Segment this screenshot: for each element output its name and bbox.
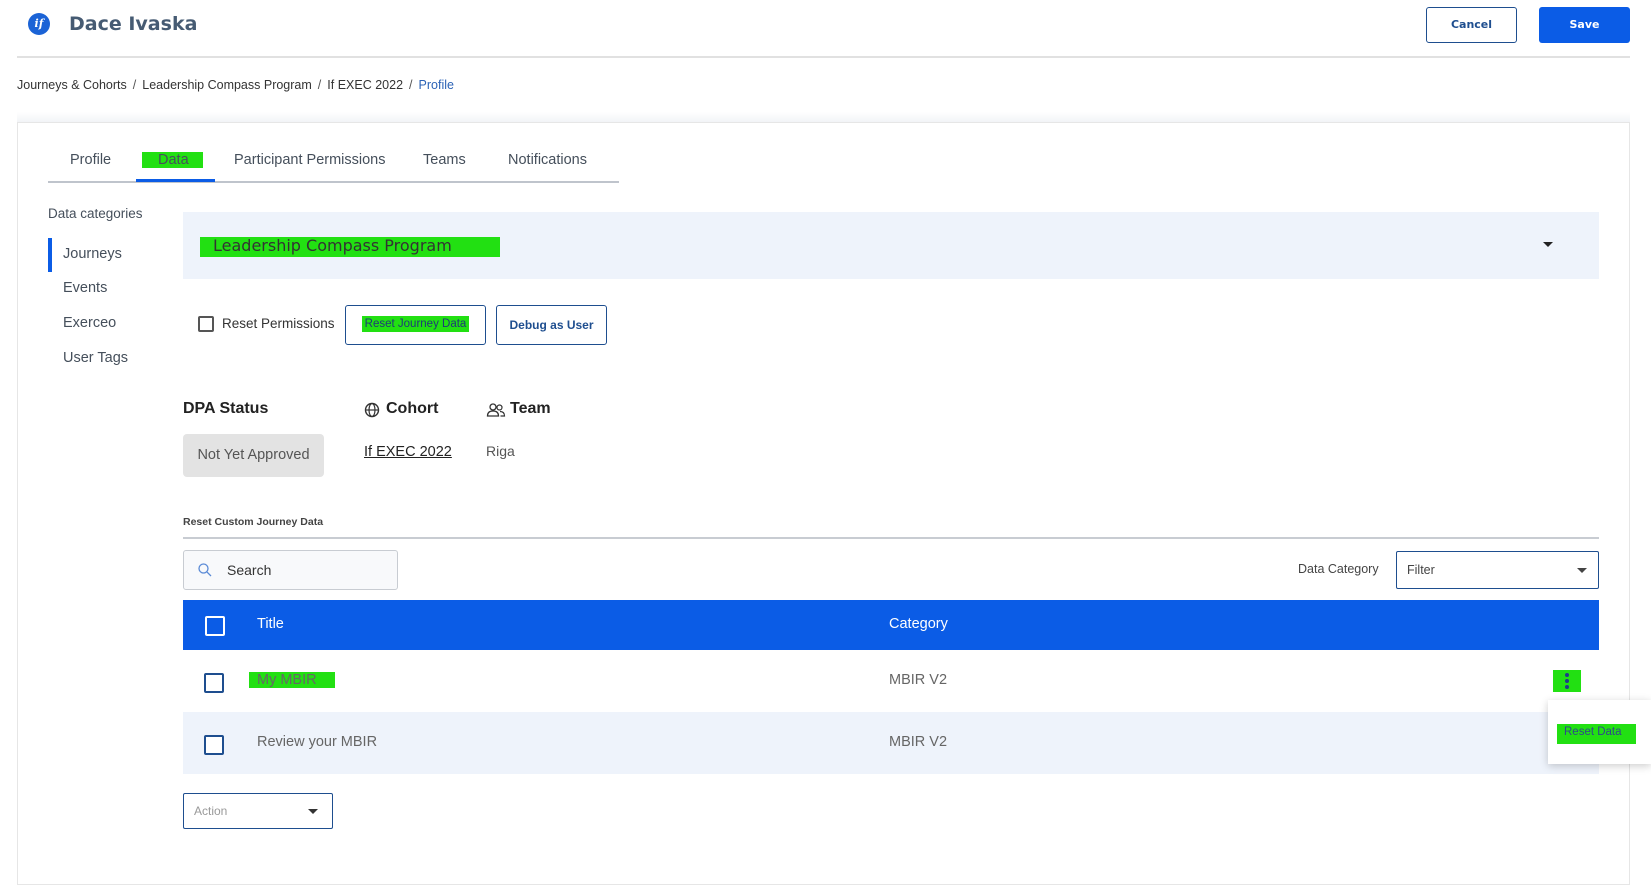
tab-teams[interactable]: Teams bbox=[423, 152, 466, 168]
app-header: if Dace Ivaska Cancel Save bbox=[17, 0, 1630, 58]
row-checkbox[interactable] bbox=[204, 735, 224, 755]
breadcrumb: Journeys & Cohorts / Leadership Compass Pr… bbox=[17, 78, 454, 92]
cancel-button[interactable]: Cancel bbox=[1426, 7, 1517, 43]
search-input[interactable]: Search bbox=[183, 550, 398, 590]
chevron-down-icon bbox=[1543, 242, 1553, 247]
bulk-action-select[interactable]: Action bbox=[183, 793, 333, 829]
tab-data-label: Data bbox=[142, 152, 203, 168]
breadcrumb-program[interactable]: Leadership Compass Program bbox=[142, 78, 312, 92]
data-category-filter[interactable]: Filter bbox=[1396, 551, 1599, 589]
reset-permissions-label: Reset Permissions bbox=[222, 316, 335, 331]
sidebar-item-exerceo[interactable]: Exerceo bbox=[63, 315, 116, 331]
section-divider bbox=[183, 537, 1599, 539]
more-vertical-icon[interactable] bbox=[1553, 670, 1581, 692]
breadcrumb-cohort[interactable]: If EXEC 2022 bbox=[327, 78, 403, 92]
user-name: Dace Ivaska bbox=[69, 13, 198, 35]
sidebar-item-events[interactable]: Events bbox=[63, 280, 107, 296]
search-placeholder: Search bbox=[227, 562, 272, 578]
row-title: Review your MBIR bbox=[257, 734, 378, 750]
reset-journey-data-button[interactable]: Reset Journey Data bbox=[345, 305, 486, 345]
program-select-value: Leadership Compass Program bbox=[200, 237, 500, 257]
dpa-status-badge: Not Yet Approved bbox=[183, 434, 324, 477]
tab-participant-permissions[interactable]: Participant Permissions bbox=[234, 152, 386, 168]
filter-value: Filter bbox=[1407, 563, 1435, 577]
column-category[interactable]: Category bbox=[889, 616, 948, 632]
team-title: Team bbox=[510, 400, 551, 417]
row-title-text: My MBIR bbox=[249, 672, 335, 688]
breadcrumb-current[interactable]: Profile bbox=[419, 78, 454, 92]
dpa-status-title: DPA Status bbox=[183, 400, 269, 417]
card-shadow bbox=[17, 112, 1630, 122]
reset-journey-data-label: Reset Journey Data bbox=[361, 316, 470, 332]
breadcrumb-separator: / bbox=[132, 78, 137, 92]
cohort-title: Cohort bbox=[386, 400, 439, 417]
table-row[interactable]: Review your MBIR MBIR V2 bbox=[183, 712, 1599, 774]
reset-data-menu-item[interactable]: Reset Data bbox=[1557, 724, 1636, 744]
row-context-menu: Reset Data bbox=[1548, 700, 1651, 764]
brand-logo: if bbox=[28, 13, 50, 35]
data-category-label: Data Category bbox=[1298, 562, 1379, 576]
chevron-down-icon bbox=[308, 809, 318, 814]
cohort-link[interactable]: If EXEC 2022 bbox=[364, 444, 452, 460]
sidebar-active-indicator bbox=[48, 238, 52, 272]
column-title[interactable]: Title bbox=[257, 616, 284, 632]
save-button[interactable]: Save bbox=[1539, 7, 1630, 43]
tab-notifications[interactable]: Notifications bbox=[508, 152, 587, 168]
breadcrumb-journeys[interactable]: Journeys & Cohorts bbox=[17, 78, 127, 92]
select-all-checkbox[interactable] bbox=[205, 616, 225, 636]
reset-custom-data-title: Reset Custom Journey Data bbox=[183, 516, 324, 528]
breadcrumb-separator: / bbox=[409, 78, 413, 92]
program-select[interactable]: Leadership Compass Program bbox=[183, 212, 1599, 279]
chevron-down-icon bbox=[1577, 568, 1587, 573]
globe-icon bbox=[364, 402, 380, 418]
data-categories-title: Data categories bbox=[48, 206, 143, 221]
row-checkbox[interactable] bbox=[204, 673, 224, 693]
reset-permissions-checkbox[interactable] bbox=[198, 316, 214, 332]
team-value: Riga bbox=[486, 443, 515, 459]
sidebar-item-journeys[interactable]: Journeys bbox=[63, 246, 122, 262]
tab-bar: Profile Data Participant Permissions Tea… bbox=[48, 143, 619, 183]
search-icon bbox=[198, 563, 212, 577]
debug-as-user-button[interactable]: Debug as User bbox=[496, 305, 607, 345]
tab-data[interactable]: Data bbox=[142, 152, 203, 168]
row-category: MBIR V2 bbox=[889, 734, 948, 750]
sidebar-item-user-tags[interactable]: User Tags bbox=[63, 350, 128, 366]
debug-as-user-label: Debug as User bbox=[509, 318, 594, 332]
row-category: MBIR V2 bbox=[889, 672, 948, 688]
action-placeholder: Action bbox=[194, 804, 228, 818]
table-header: Title Category bbox=[183, 600, 1599, 650]
active-tab-indicator bbox=[136, 179, 215, 182]
table-row[interactable]: My MBIR MBIR V2 bbox=[183, 650, 1599, 712]
team-icon bbox=[486, 403, 506, 417]
breadcrumb-separator: / bbox=[317, 78, 322, 92]
row-title: My MBIR bbox=[249, 672, 335, 688]
tab-profile[interactable]: Profile bbox=[70, 152, 111, 168]
